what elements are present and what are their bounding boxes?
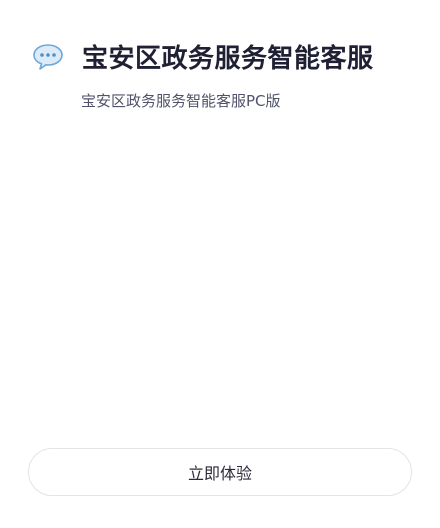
app-title: 宝安区政务服务智能客服 — [82, 44, 374, 74]
start-experience-button[interactable]: 立即体验 — [28, 448, 412, 496]
app-card: 宝安区政务服务智能客服 宝安区政务服务智能客服PC版 立即体验 — [0, 0, 440, 528]
app-subtitle: 宝安区政务服务智能客服PC版 — [81, 92, 281, 110]
header: 宝安区政务服务智能客服 — [32, 38, 374, 75]
speech-bubble-icon — [32, 41, 64, 73]
